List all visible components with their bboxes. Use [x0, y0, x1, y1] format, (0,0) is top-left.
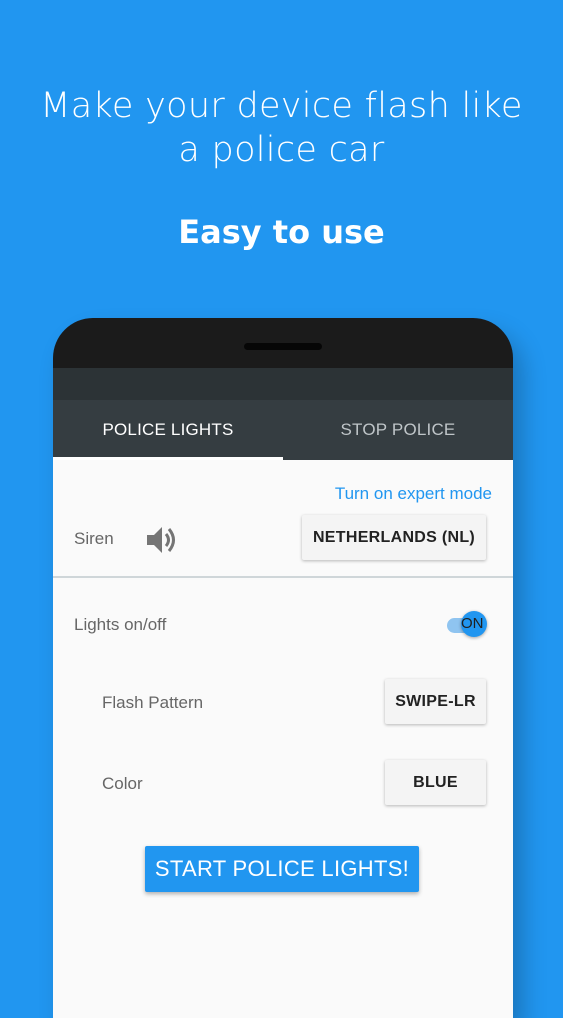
siren-country-button[interactable]: NETHERLANDS (NL) — [302, 515, 486, 560]
tab-police-lights[interactable]: POLICE LIGHTS — [53, 400, 283, 460]
tab-stop-police-label: STOP POLICE — [340, 420, 456, 439]
tab-bar: POLICE LIGHTS STOP POLICE — [53, 400, 513, 460]
promo-subheadline: Easy to use — [178, 213, 385, 251]
status-bar — [53, 368, 513, 400]
speaker-icon[interactable] — [145, 524, 179, 556]
phone-speaker — [244, 343, 322, 350]
lights-toggle[interactable]: ON — [445, 611, 489, 639]
color-button[interactable]: BLUE — [385, 760, 486, 805]
flash-pattern-label: Flash Pattern — [102, 693, 204, 712]
lights-label: Lights on/off — [74, 615, 167, 634]
phone-mockup: POLICE LIGHTS STOP POLICE Turn on expert… — [53, 318, 513, 1018]
color-label: Color — [102, 774, 143, 793]
siren-label: Siren — [74, 529, 114, 548]
app-screen: Turn on expert mode Siren NETHERLANDS (N… — [53, 460, 513, 1018]
start-police-lights-button[interactable]: START POLICE LIGHTS! — [145, 846, 419, 892]
section-divider — [53, 576, 513, 578]
expert-mode-link[interactable]: Turn on expert mode — [335, 484, 492, 504]
promo-headline: Make your device flash like a police car — [40, 86, 523, 170]
tab-stop-police[interactable]: STOP POLICE — [283, 400, 513, 460]
flash-pattern-button[interactable]: SWIPE-LR — [385, 679, 486, 724]
toggle-text: ON — [461, 615, 484, 632]
tab-police-lights-label: POLICE LIGHTS — [102, 420, 234, 439]
